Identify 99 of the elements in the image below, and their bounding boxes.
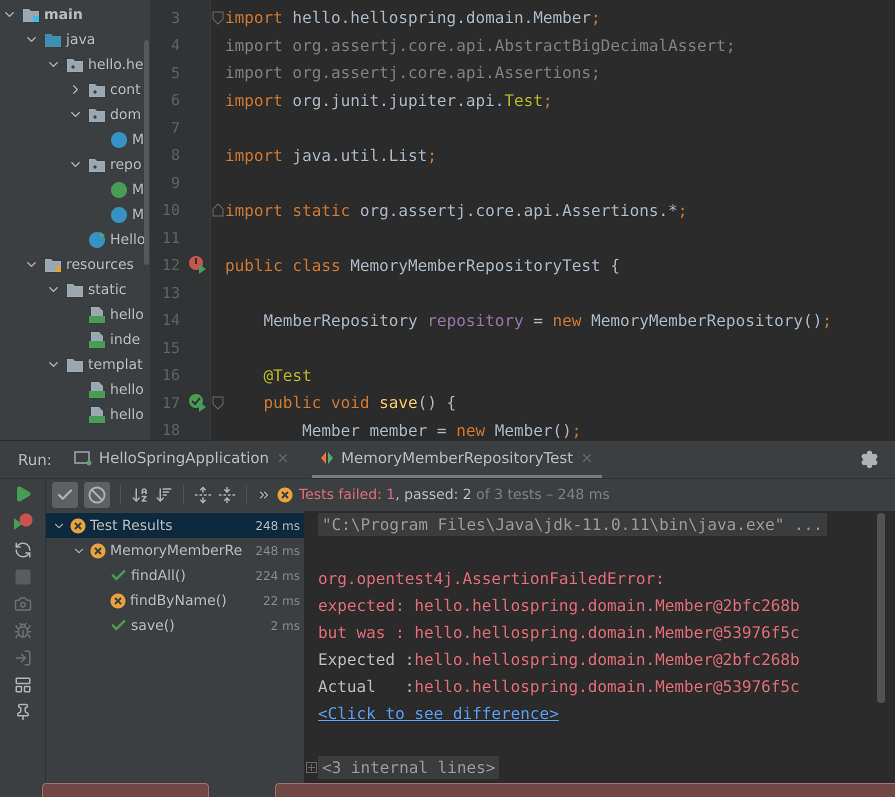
folder-icon	[22, 6, 40, 22]
settings-icon[interactable]	[860, 450, 879, 469]
class-icon	[110, 130, 128, 148]
show-passed-toggle[interactable]	[52, 482, 78, 508]
package-icon	[88, 156, 106, 172]
test-failed-icon	[70, 518, 86, 534]
folder-icon	[66, 282, 84, 298]
console-error-line: but was : hello.hellospring.domain.Member@53976f5c	[318, 623, 800, 642]
test-duration: 22 ms	[262, 594, 300, 608]
fold-marker-icon[interactable]	[212, 203, 224, 218]
test-icon	[320, 451, 334, 465]
layout-icon[interactable]	[14, 676, 32, 694]
test-name: findByName()	[130, 592, 228, 608]
console-error-line: org.opentest4j.AssertionFailedError:	[318, 569, 665, 588]
html-file-icon	[88, 306, 106, 324]
interface-icon	[110, 180, 128, 198]
ban-icon	[88, 486, 106, 504]
refresh-icon[interactable]	[14, 541, 32, 559]
folder-icon	[44, 32, 62, 48]
test-failed-icon	[277, 487, 293, 503]
run-tab[interactable]: MemoryMemberRepositoryTest	[312, 441, 602, 478]
tree-item-label[interactable]: hello	[110, 306, 144, 322]
scrollbar-thumb[interactable]	[144, 40, 149, 265]
tree-item-label[interactable]: main	[44, 6, 83, 22]
test-duration: 248 ms	[255, 518, 300, 532]
html-file-icon	[88, 330, 106, 348]
console-error-value: hello.hellospring.domain.Member@53976f5c	[414, 677, 800, 696]
console-error-value: hello.hellospring.domain.Member@2bfc268b	[414, 650, 800, 669]
tree-item-label[interactable]: static	[88, 282, 126, 298]
tree-item-label[interactable]: java	[66, 32, 96, 48]
package-icon	[88, 106, 106, 122]
test-name: MemoryMemberRe	[110, 542, 244, 558]
folder-icon	[66, 356, 84, 372]
tree-item-label[interactable]: repo	[110, 156, 142, 172]
rerun-failed-icon[interactable]	[12, 512, 32, 532]
tree-item-label[interactable]: M	[132, 182, 144, 198]
code-line: public void save() {	[262, 393, 456, 412]
console-command: "C:\Program Files\Java\jdk-11.0.11\bin\java.exe" ...	[318, 513, 827, 536]
tree-item-label[interactable]: inde	[110, 332, 140, 348]
code-line: import java.util.List;	[225, 146, 437, 165]
show-ignored-toggle[interactable]	[84, 482, 110, 508]
html-file-icon	[88, 406, 106, 424]
sort-by-duration-icon[interactable]	[155, 486, 173, 504]
test-name: Test Results	[90, 518, 174, 534]
fold-marker-icon[interactable]	[212, 396, 224, 410]
package-icon	[66, 56, 84, 72]
test-duration: 2 ms	[270, 618, 300, 632]
code-line: @Test	[262, 366, 312, 385]
run-tab[interactable]: HelloSpringApplication	[66, 441, 298, 478]
collapse-all-icon[interactable]	[218, 486, 236, 504]
console-error-line: expected: hello.hellospring.domain.Member@2bfc268b	[318, 596, 800, 615]
tree-item-label[interactable]: cont	[110, 82, 141, 98]
code-line: import hello.hellospring.domain.Member;	[225, 8, 601, 28]
tree-item-label[interactable]: hello.he	[88, 56, 144, 72]
folded-lines[interactable]: <3 internal lines>	[318, 756, 500, 779]
test-duration: 224 ms	[255, 568, 300, 582]
run-label: Run:	[18, 450, 52, 468]
tree-item-label[interactable]: M	[132, 206, 144, 222]
class-icon	[110, 206, 128, 224]
folder-icon	[44, 256, 62, 272]
fold-marker-icon[interactable]	[212, 10, 224, 25]
test-failed-icon	[110, 592, 126, 608]
expand-all-icon[interactable]	[194, 486, 212, 504]
code-line: import org.assertj.core.api.AbstractBigDecimalAssert;	[225, 36, 736, 55]
tree-item-label[interactable]: resources	[66, 256, 134, 272]
code-line: import org.assertj.core.api.Assertions;	[225, 63, 601, 82]
tree-item-label[interactable]: M	[132, 132, 144, 148]
code-line: import static org.assertj.core.api.Assertions.*;	[225, 200, 688, 220]
test-status-summary: Tests failed: 1, passed: 2 of 3 tests – 248 ms	[299, 487, 610, 503]
scrollbar-thumb[interactable]	[877, 513, 885, 703]
test-name: save()	[131, 618, 176, 634]
test-row[interactable]: findByName() 22 ms	[46, 588, 304, 613]
expand-icon[interactable]	[306, 762, 317, 773]
code-line: import org.junit.jupiter.api.Test;	[225, 90, 553, 110]
test-row[interactable]: findAll() 224 ms	[46, 563, 304, 588]
tree-item-label[interactable]: hello	[110, 406, 144, 422]
code-line: public class MemoryMemberRepositoryTest {	[225, 256, 620, 275]
test-failed-icon	[90, 542, 106, 558]
window-icon	[74, 450, 92, 466]
test-row[interactable]: MemoryMemberRe 248 ms	[46, 538, 304, 563]
test-row[interactable]: save() 2 ms	[46, 613, 304, 638]
run-test-failed-icon[interactable]	[188, 255, 208, 276]
run-test-passed-icon[interactable]	[188, 392, 208, 413]
test-row[interactable]: Test Results 248 ms	[46, 513, 304, 538]
tree-item-label[interactable]: hello	[110, 382, 144, 398]
sort-alphabetically-icon[interactable]	[131, 486, 149, 504]
tree-item-label[interactable]: templat	[88, 356, 143, 372]
code-line: Member member = new Member();	[301, 420, 582, 440]
console-label: Actual :	[318, 677, 414, 696]
tree-item-label[interactable]: dom	[110, 106, 142, 122]
package-icon	[88, 82, 106, 98]
html-file-icon	[88, 380, 106, 398]
class-icon	[88, 230, 106, 248]
tree-item-label[interactable]: Hello	[110, 232, 146, 248]
console-label: Expected :	[318, 650, 414, 669]
code-line: MemberRepository repository = new MemoryMemberRepository();	[262, 310, 832, 330]
test-duration: 248 ms	[255, 544, 300, 558]
diff-link[interactable]: <Click to see difference>	[318, 704, 559, 723]
test-name: findAll()	[131, 568, 187, 584]
